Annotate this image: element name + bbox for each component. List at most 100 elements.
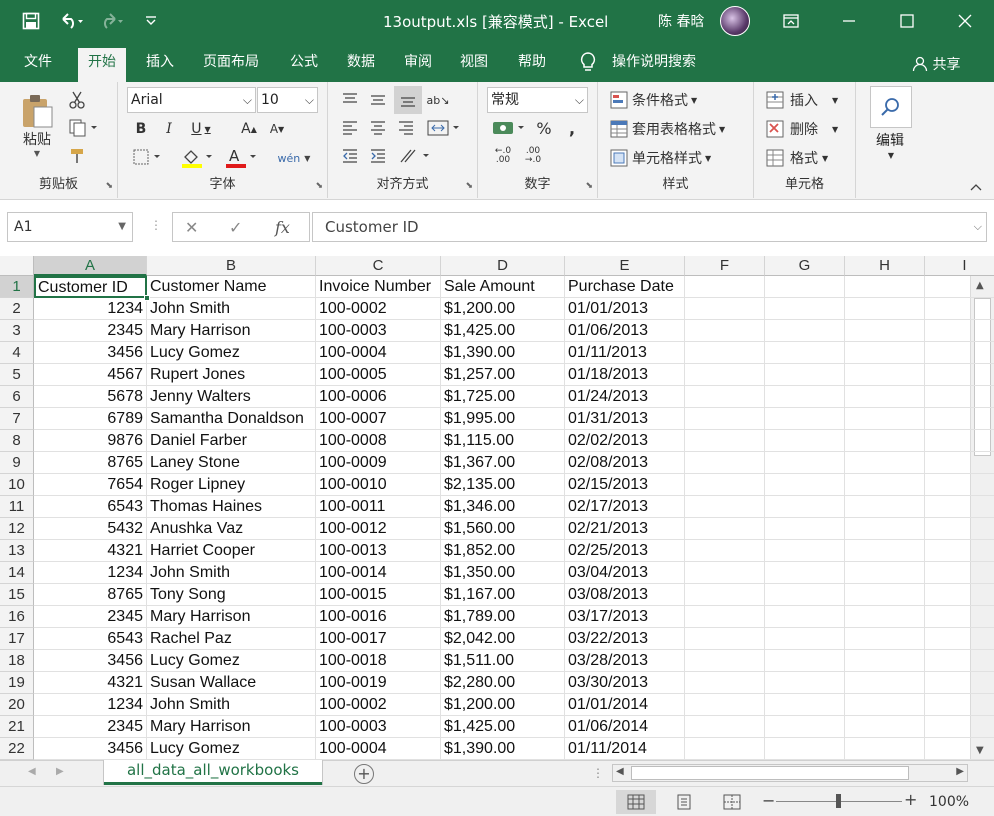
table-cell[interactable]: 100-0013: [316, 540, 441, 562]
scroll-tabs-right-icon[interactable]: ▶: [56, 766, 64, 777]
table-cell[interactable]: [685, 738, 765, 760]
table-cell[interactable]: [765, 518, 845, 540]
table-cell[interactable]: John Smith: [147, 694, 316, 716]
ribbon-display-options-icon[interactable]: [762, 0, 820, 42]
row-header[interactable]: 7: [0, 408, 34, 430]
table-cell[interactable]: [845, 452, 925, 474]
table-cell[interactable]: $1,257.00: [441, 364, 565, 386]
table-cell[interactable]: 100-0016: [316, 606, 441, 628]
table-cell[interactable]: 01/24/2013: [565, 386, 685, 408]
table-cell[interactable]: 1234: [34, 298, 147, 320]
scroll-left-icon[interactable]: ◀: [616, 766, 624, 777]
table-cell[interactable]: 03/30/2013: [565, 672, 685, 694]
avatar[interactable]: [720, 6, 750, 36]
table-cell[interactable]: [765, 738, 845, 760]
phonetic-guide-icon[interactable]: wén ▼: [274, 146, 314, 170]
cancel-icon[interactable]: ✕: [185, 218, 198, 237]
table-cell[interactable]: $1,367.00: [441, 452, 565, 474]
page-layout-view-icon[interactable]: [664, 790, 704, 814]
table-cell[interactable]: [765, 628, 845, 650]
row-header[interactable]: 14: [0, 562, 34, 584]
tab-page-layout[interactable]: 页面布局: [193, 48, 269, 82]
table-cell[interactable]: [765, 408, 845, 430]
table-cell[interactable]: Tony Song: [147, 584, 316, 606]
table-cell[interactable]: Lucy Gomez: [147, 342, 316, 364]
save-icon[interactable]: [18, 9, 44, 33]
row-header[interactable]: 9: [0, 452, 34, 474]
table-cell[interactable]: $1,390.00: [441, 342, 565, 364]
table-cell[interactable]: [845, 716, 925, 738]
table-cell[interactable]: Jenny Walters: [147, 386, 316, 408]
formula-input[interactable]: Customer ID ⌵: [312, 212, 987, 242]
table-cell[interactable]: [845, 298, 925, 320]
column-header-i[interactable]: I: [925, 256, 994, 276]
table-cell[interactable]: 3456: [34, 738, 147, 760]
search-icon[interactable]: [870, 86, 912, 128]
row-header[interactable]: 20: [0, 694, 34, 716]
table-cell[interactable]: $1,115.00: [441, 430, 565, 452]
column-header-b[interactable]: B: [147, 256, 316, 276]
cell-styles-button[interactable]: 单元格样式 ▼: [610, 146, 750, 170]
align-left-icon[interactable]: [338, 116, 362, 140]
table-cell[interactable]: [685, 342, 765, 364]
table-cell[interactable]: [685, 452, 765, 474]
table-cell[interactable]: [685, 320, 765, 342]
header-cell[interactable]: [925, 276, 994, 298]
table-cell[interactable]: 02/08/2013: [565, 452, 685, 474]
table-cell[interactable]: Harriet Cooper: [147, 540, 316, 562]
table-cell[interactable]: 100-0007: [316, 408, 441, 430]
table-cell[interactable]: Roger Lipney: [147, 474, 316, 496]
table-cell[interactable]: [845, 320, 925, 342]
table-cell[interactable]: Samantha Donaldson: [147, 408, 316, 430]
table-cell[interactable]: [925, 584, 994, 606]
column-header-e[interactable]: E: [565, 256, 685, 276]
header-cell[interactable]: [845, 276, 925, 298]
table-cell[interactable]: 03/08/2013: [565, 584, 685, 606]
split-handle-icon[interactable]: ⋮: [592, 766, 604, 780]
table-cell[interactable]: [925, 496, 994, 518]
enter-icon[interactable]: ✓: [229, 218, 242, 237]
increase-indent-icon[interactable]: [366, 144, 390, 168]
insert-cells-button[interactable]: 插入 ▼: [766, 88, 850, 112]
cut-icon[interactable]: [64, 88, 90, 112]
table-cell[interactable]: [685, 518, 765, 540]
scroll-right-icon[interactable]: ▶: [956, 766, 964, 777]
number-format-select[interactable]: 常规 ⌵: [487, 87, 588, 113]
table-cell[interactable]: [925, 650, 994, 672]
orientation-icon[interactable]: ab↘: [426, 88, 450, 112]
table-cell[interactable]: 03/22/2013: [565, 628, 685, 650]
fill-handle[interactable]: [144, 295, 150, 301]
percent-style-icon[interactable]: %: [532, 116, 556, 140]
table-cell[interactable]: 100-0002: [316, 694, 441, 716]
row-header[interactable]: 12: [0, 518, 34, 540]
table-cell[interactable]: $1,725.00: [441, 386, 565, 408]
table-cell[interactable]: 1234: [34, 562, 147, 584]
maximize-icon[interactable]: [878, 0, 936, 42]
header-cell[interactable]: [685, 276, 765, 298]
table-cell[interactable]: [685, 540, 765, 562]
table-cell[interactable]: [845, 650, 925, 672]
dialog-launcher-icon[interactable]: ⬊: [315, 181, 323, 191]
table-cell[interactable]: Mary Harrison: [147, 606, 316, 628]
decrease-decimal-icon[interactable]: .00 →.0: [520, 144, 546, 168]
table-cell[interactable]: $1,346.00: [441, 496, 565, 518]
table-cell[interactable]: Thomas Haines: [147, 496, 316, 518]
row-header[interactable]: 3: [0, 320, 34, 342]
tab-help[interactable]: 帮助: [508, 48, 556, 82]
collapse-ribbon-icon[interactable]: [968, 180, 984, 194]
table-cell[interactable]: [845, 408, 925, 430]
column-header-f[interactable]: F: [685, 256, 765, 276]
table-cell[interactable]: $1,200.00: [441, 298, 565, 320]
table-cell[interactable]: $1,560.00: [441, 518, 565, 540]
insert-function-icon[interactable]: fx: [275, 218, 290, 237]
tab-file[interactable]: 文件: [14, 48, 62, 82]
align-top-icon[interactable]: [338, 88, 362, 112]
table-cell[interactable]: 01/11/2013: [565, 342, 685, 364]
worksheet-grid[interactable]: ▲ ▼ A B C D E F G H I 1 Customer ID Customer Name In…: [0, 254, 994, 760]
header-cell[interactable]: Sale Amount: [441, 276, 565, 298]
table-cell[interactable]: 02/25/2013: [565, 540, 685, 562]
row-header[interactable]: 19: [0, 672, 34, 694]
table-cell[interactable]: [765, 386, 845, 408]
table-cell[interactable]: 01/18/2013: [565, 364, 685, 386]
table-cell[interactable]: 03/17/2013: [565, 606, 685, 628]
